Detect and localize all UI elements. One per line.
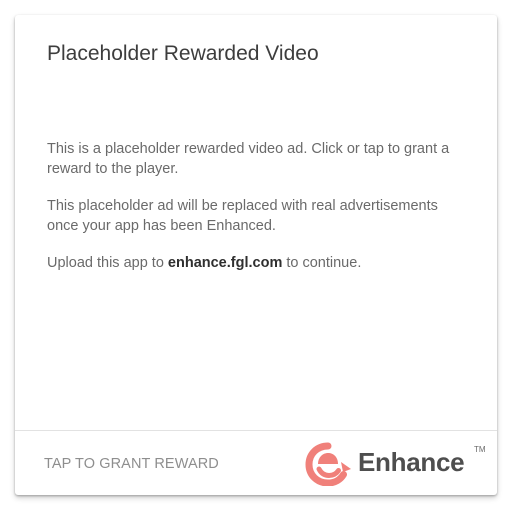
- rewarded-video-dialog[interactable]: Placeholder Rewarded Video This is a pla…: [15, 15, 497, 495]
- upload-instruction-prefix: Upload this app to: [47, 255, 168, 271]
- enhance-logo: Enhance TM: [305, 442, 491, 486]
- replacement-notice-paragraph: This placeholder ad will be replaced wit…: [47, 198, 438, 234]
- footer-divider: [15, 430, 497, 431]
- upload-instruction-suffix: to continue.: [282, 255, 362, 271]
- upload-instruction-paragraph: Upload this app to enhance.fgl.com to co…: [47, 253, 467, 273]
- grant-reward-button[interactable]: TAP TO GRANT REWARD: [44, 456, 219, 472]
- trademark-symbol: TM: [474, 445, 486, 454]
- enhance-logo-icon: [305, 442, 351, 486]
- dialog-title: Placeholder Rewarded Video: [47, 42, 319, 65]
- dialog-body: This is a placeholder rewarded video ad.…: [47, 139, 467, 290]
- enhance-wordmark: Enhance: [358, 447, 465, 477]
- description-paragraph: This is a placeholder rewarded video ad.…: [47, 141, 450, 177]
- enhance-site-link[interactable]: enhance.fgl.com: [168, 255, 282, 271]
